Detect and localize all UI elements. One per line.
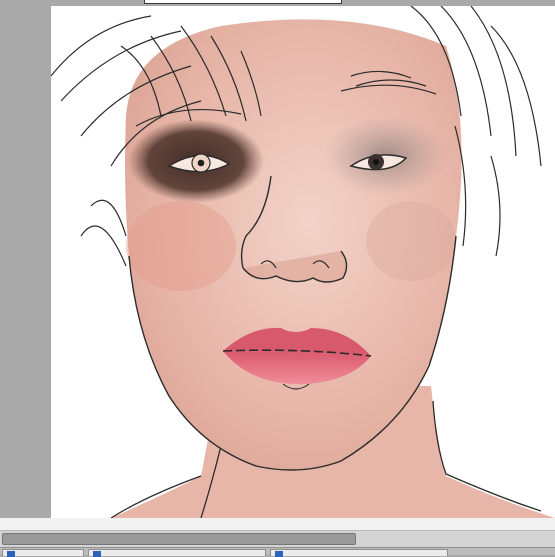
drawing-canvas[interactable] — [51, 6, 555, 518]
document-title-field[interactable] — [144, 0, 342, 4]
cheek-blush-right — [366, 201, 456, 281]
pupil-right — [373, 159, 379, 165]
horizontal-scrollbar[interactable] — [0, 530, 555, 547]
artwork-portrait — [51, 6, 555, 518]
panel-icon — [7, 551, 15, 557]
panel-icon — [275, 551, 283, 557]
canvas-gutter — [0, 518, 555, 530]
cheek-blush-left — [126, 201, 236, 291]
bottom-panel-tabs — [0, 547, 555, 557]
panel-icon — [93, 551, 101, 557]
horizontal-scrollbar-thumb[interactable] — [2, 533, 356, 545]
pupil-left — [197, 159, 205, 167]
